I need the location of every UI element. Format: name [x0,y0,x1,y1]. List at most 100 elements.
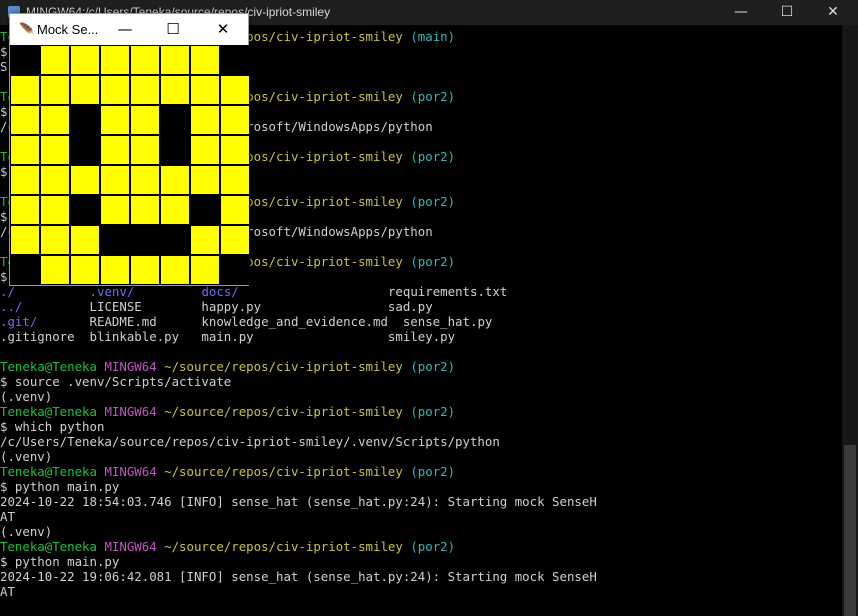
led-pixel [160,165,190,195]
terminal-text: /c/Users/Teneka/source/repos/civ-ipriot-… [0,434,500,449]
led-pixel [10,195,40,225]
led-pixel [130,75,160,105]
led-pixel [220,165,250,195]
mock-sensehat-window[interactable]: 🪶 Mock Se... — ☐ ✕ [9,13,250,286]
terminal-line: 2024-10-22 19:06:42.081 [INFO] sense_hat… [0,569,597,584]
terminal-line: (.venv) [0,449,52,464]
scrollbar-thumb[interactable] [844,445,856,616]
led-pixel [160,45,190,75]
led-pixel [190,105,220,135]
mock-maximize-button[interactable]: ☐ [148,14,198,45]
terminal-text: README.md knowledge_and_evidence.md sens… [37,314,493,329]
led-pixel [130,255,160,285]
mock-window-title: Mock Se... [37,22,99,37]
terminal-text: (por2) [410,194,456,209]
led-pixel [100,165,130,195]
led-pixel [40,225,70,255]
led-pixel [220,255,250,285]
terminal-line: ./ .venv/ docs/ requirements.txt [0,284,507,299]
led-pixel [160,135,190,165]
led-matrix [10,45,250,285]
led-pixel [160,225,190,255]
terminal-text: MINGW64 [104,464,165,479]
terminal-text: (por2) [410,89,456,104]
led-pixel [220,225,250,255]
terminal-text: (por2) [410,404,456,419]
led-pixel [220,195,250,225]
led-pixel [160,75,190,105]
terminal-line: $ python main.py [0,554,119,569]
terminal-scrollbar[interactable] [842,25,858,616]
terminal-line: (.venv) [0,524,52,539]
terminal-text: MINGW64 [104,539,165,554]
terminal-text: $ source .venv/Scripts/activate [0,374,232,389]
terminal-maximize-button[interactable]: ☐ [764,0,810,25]
led-pixel [100,225,130,255]
terminal-text: (por2) [410,464,456,479]
led-pixel [100,195,130,225]
led-pixel [130,135,160,165]
mock-window-titlebar[interactable]: 🪶 Mock Se... — ☐ ✕ [10,14,248,45]
terminal-text: (.venv) [0,389,53,404]
terminal-line: S [0,59,7,74]
terminal-text: MINGW64 [104,359,165,374]
led-pixel [10,135,40,165]
led-pixel [190,45,220,75]
terminal-text: ../ [0,299,23,314]
led-pixel [220,105,250,135]
led-pixel [70,135,100,165]
mock-minimize-button[interactable]: — [100,14,150,45]
led-pixel [130,45,160,75]
led-pixel [190,195,220,225]
terminal-text: LICENSE happy.py sad.py [22,299,433,314]
led-pixel [100,75,130,105]
led-pixel [70,105,100,135]
terminal-close-button[interactable]: ✕ [810,0,856,25]
terminal-line: .git/ README.md knowledge_and_evidence.m… [0,314,492,329]
terminal-text: Teneka@Teneka [0,359,105,374]
terminal-text: .gitignore blinkable.py main.py smiley.p… [0,329,456,344]
led-pixel [220,45,250,75]
terminal-text: ~/source/repos/civ-ipriot-smiley [164,359,411,374]
led-pixel [70,255,100,285]
terminal-line: $ which python [0,419,104,434]
led-pixel [130,225,160,255]
led-pixel [190,165,220,195]
terminal-text: (por2) [410,254,456,269]
mock-close-button[interactable]: ✕ [198,14,248,45]
led-pixel [40,75,70,105]
feather-icon: 🪶 [19,22,36,37]
terminal-text: AT [0,509,15,524]
terminal-line: 2024-10-22 18:54:03.746 [INFO] sense_hat… [0,494,597,509]
terminal-line: Teneka@Teneka MINGW64 ~/source/repos/civ… [0,539,455,554]
led-pixel [70,165,100,195]
terminal-text: S [0,59,8,74]
led-pixel [220,75,250,105]
terminal-text: AT [0,584,15,599]
led-pixel [10,165,40,195]
led-pixel [100,135,130,165]
terminal-line: Teneka@Teneka MINGW64 ~/source/repos/civ… [0,404,455,419]
terminal-text: .venv/ [89,284,135,299]
terminal-text: Teneka@Teneka [0,464,105,479]
led-pixel [70,45,100,75]
terminal-text: .git/ [0,314,38,329]
led-pixel [10,75,40,105]
terminal-text: ~/source/repos/civ-ipriot-smiley [164,464,411,479]
led-pixel [10,225,40,255]
terminal-text: (main) [410,29,456,44]
led-pixel [100,45,130,75]
led-pixel [190,135,220,165]
led-pixel [130,195,160,225]
terminal-minimize-button[interactable]: — [718,0,764,25]
led-pixel [160,255,190,285]
led-pixel [10,45,40,75]
terminal-line: (.venv) [0,389,52,404]
led-pixel [190,75,220,105]
terminal-line: $ python main.py [0,479,119,494]
terminal-text: (por2) [410,359,456,374]
terminal-text: 2024-10-22 19:06:42.081 [INFO] sense_hat… [0,569,597,584]
